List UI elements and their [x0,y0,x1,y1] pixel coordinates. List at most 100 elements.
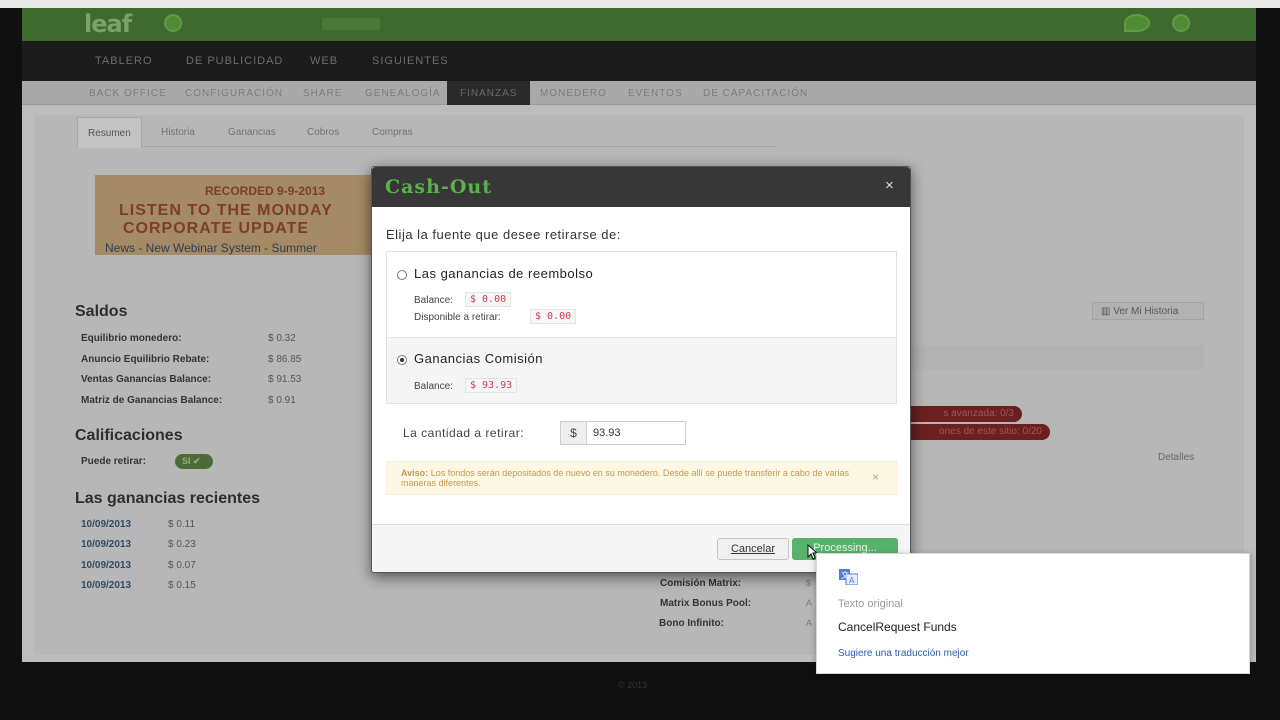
source-name-reembolso: Las ganancias de reembolso [414,266,594,281]
subnav-configuracion[interactable]: CONFIGURACIÓN [185,88,283,99]
translate-popup: 文 A Texto original CancelRequest Funds S… [816,553,1250,674]
reciente-date[interactable]: 10/09/2013 [81,539,131,550]
balance-label: Balance: [414,381,453,392]
notice-strong: Aviso: [401,468,429,478]
saldo-value-monedero: $ 0.32 [268,333,296,344]
banner-recorded-date: RECORDED 9-9-2013 [205,184,326,198]
modal-header: Cash-Out × [372,167,910,207]
matrix-bonus-pool-value: A [806,598,813,608]
available-label: Disponible a retirar: [414,312,501,323]
nav-web[interactable]: WEB [310,55,338,67]
banner-headline-2: CORPORATE UPDATE [123,220,310,237]
saldo-label-ventas: Ventas Ganancias Balance: [81,374,212,385]
chart-icon: ▥ [1101,306,1111,317]
tab-historia[interactable]: Historia [161,127,195,138]
amount-input[interactable] [586,421,686,445]
reciente-amount: $ 0.07 [168,560,196,571]
notice-body: Los fondos serán depositados de nuevo en… [401,468,849,488]
available-value-reembolso: $ 0.00 [530,309,577,324]
requirement-pill-1: s avanzada: 0/3 [894,406,1022,422]
logo[interactable]: leaf [84,10,132,38]
source-prompt: Elija la fuente que desee retirarse de: [386,227,621,242]
reciente-amount: $ 0.23 [168,539,196,550]
saldo-value-rebate: $ 86.85 [268,354,302,365]
reciente-date[interactable]: 10/09/2013 [81,560,131,571]
sub-nav: BACK OFFICE CONFIGURACIÓN SHARE GENEALOG… [22,81,1256,105]
comision-matrix-label: Comisión Matrix: [660,578,742,589]
banner-headline-1: LISTEN TO THE MONDAY [119,202,333,219]
modal-title: Cash-Out [385,176,492,198]
saldo-label-rebate: Anuncio Equilibrio Rebate: [81,354,210,365]
finance-tabs: Resumen Historia Ganancias Cobros Compra… [77,117,777,148]
main-nav: TABLERO DE PUBLICIDAD WEB SIGUIENTES [22,41,1256,81]
subnav-capacitacion[interactable]: DE CAPACITACIÓN [703,88,808,99]
reciente-amount: $ 0.15 [168,580,196,591]
ver-historia-label: Ver Mi Historia [1113,306,1179,317]
saldo-label-monedero: Equilibrio monedero: [81,333,182,344]
banner-subline: News - New Webinar System - Summer [105,241,317,255]
radio-reembolso[interactable] [397,270,407,280]
google-translate-icon: 文 A [839,569,858,585]
matrix-bonus-pool-label: Matrix Bonus Pool: [660,598,752,609]
footer-copyright: © 2013 [618,680,648,690]
balance-value-reembolso: $ 0.00 [465,292,512,307]
puede-retirar-label: Puede retirar: [81,456,147,467]
currency-addon: $ [560,421,587,445]
close-icon[interactable]: × [885,177,894,194]
saldo-value-ventas: $ 91.53 [268,374,302,385]
original-text-label: Texto original [838,598,903,610]
subnav-share[interactable]: SHARE [303,88,342,99]
requirement-pill-2: ones de este sitio: 0/20 [894,424,1050,440]
settings-icon[interactable] [1172,14,1190,32]
browser-chrome-strip [0,0,1280,8]
reciente-date[interactable]: 10/09/2013 [81,519,131,530]
nav-tablero[interactable]: TABLERO [95,55,153,67]
balance-label: Balance: [414,295,453,306]
detalles-link[interactable]: Detalles [1158,452,1194,463]
saldos-heading: Saldos [75,303,128,320]
cancel-button[interactable]: Cancelar [717,538,789,560]
ver-historia-button[interactable]: ▥ Ver Mi Historia [1092,302,1204,320]
tab-compras[interactable]: Compras [372,127,413,138]
bono-infinito-value: A [806,618,813,628]
notice-text: Aviso: Los fondos serán depositados de n… [401,468,861,488]
puede-retirar-badge: SI ✔ [175,454,213,469]
notice-alert: Aviso: Los fondos serán depositados de n… [386,461,897,495]
tab-resumen[interactable]: Resumen [77,117,142,148]
saldo-label-matriz: Matriz de Ganancias Balance: [81,395,223,406]
source-option-comision[interactable]: Ganancias Comisión Balance: $ 93.93 [387,337,896,403]
saldo-value-matriz: $ 0.91 [268,395,296,406]
radio-comision[interactable] [397,355,407,365]
subnav-monedero[interactable]: MONEDERO [540,88,607,99]
brand-strip-decoration [322,18,380,30]
brand-bar: leaf [22,8,1256,41]
webinar-banner[interactable]: RECORDED 9-9-2013 LISTEN TO THE MONDAY C… [95,175,385,255]
subnav-genealogia[interactable]: GENEALOGÍA [365,88,441,99]
comision-matrix-value: $ [806,578,812,588]
calificaciones-heading: Calificaciones [75,427,183,444]
reciente-amount: $ 0.11 [168,519,196,530]
suggest-translation-link[interactable]: Sugiere una traducción mejor [838,648,969,659]
brand-emblem-icon [164,14,182,32]
svg-text:A: A [849,576,855,585]
cash-out-modal: Cash-Out × Elija la fuente que desee ret… [371,166,911,573]
ganancias-recientes-heading: Las ganancias recientes [75,490,260,507]
amount-label: La cantidad a retirar: [403,426,525,440]
close-icon[interactable]: × [872,470,879,484]
source-name-comision: Ganancias Comisión [414,351,543,366]
balance-value-comision: $ 93.93 [465,378,518,393]
subnav-finanzas[interactable]: FINANZAS [447,81,531,105]
subnav-back-office[interactable]: BACK OFFICE [89,88,167,99]
tab-ganancias[interactable]: Ganancias [228,127,276,138]
bono-infinito-label: Bono Infinito: [659,618,724,629]
svg-text:文: 文 [841,570,849,580]
nav-publicidad[interactable]: DE PUBLICIDAD [186,55,283,67]
user-badge-icon[interactable] [1124,14,1150,32]
nav-siguientes[interactable]: SIGUIENTES [372,55,449,67]
reciente-date[interactable]: 10/09/2013 [81,580,131,591]
subnav-eventos[interactable]: EVENTOS [628,88,683,99]
source-option-reembolso[interactable]: Las ganancias de reembolso Balance: $ 0.… [387,252,896,336]
tab-cobros[interactable]: Cobros [307,127,339,138]
original-text-value: CancelRequest Funds [838,620,957,634]
source-options: Las ganancias de reembolso Balance: $ 0.… [386,251,897,404]
